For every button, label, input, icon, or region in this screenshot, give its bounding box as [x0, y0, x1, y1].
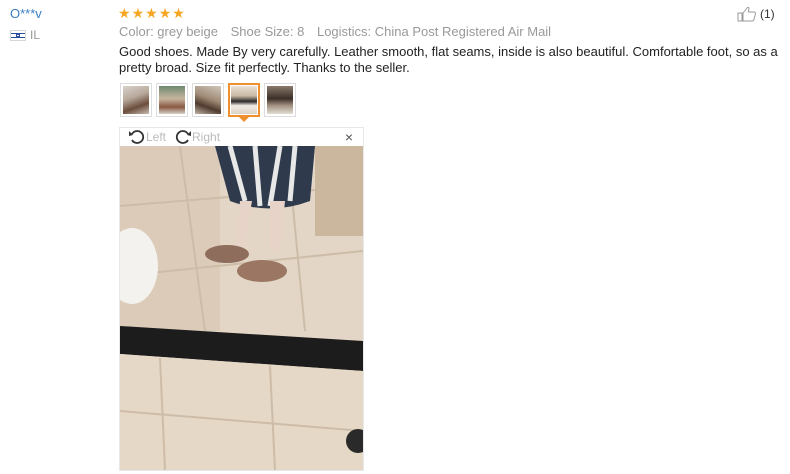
rotate-left-icon [129, 130, 145, 144]
rotate-left-button[interactable]: Left [128, 129, 166, 145]
reviewer-country: IL [10, 28, 40, 42]
photo-thumbnail[interactable] [264, 83, 296, 117]
logistics-attribute: Logistics: China Post Registered Air Mai… [316, 24, 552, 39]
star-icon: ★ [158, 5, 172, 21]
order-attributes: Color: grey beige Shoe Size: 8 Logistics… [119, 24, 560, 39]
photo-thumbnail[interactable] [120, 83, 152, 117]
rotate-right-icon [175, 130, 192, 144]
viewer-toolbar: Left Right × [120, 128, 363, 146]
star-icon: ★ [145, 5, 158, 21]
thumbs-up-icon [737, 6, 756, 22]
photo-thumbnail[interactable] [192, 83, 224, 117]
reviewer-name[interactable]: O***v [10, 6, 42, 21]
review-text: Good shoes. Made By very carefully. Leat… [119, 44, 778, 75]
rotate-right-button[interactable]: Right [174, 129, 220, 145]
review-photo [120, 146, 363, 470]
photo-thumbnail[interactable] [156, 83, 188, 117]
size-attribute: Shoe Size: 8 [230, 24, 305, 39]
color-attribute: Color: grey beige [119, 24, 218, 39]
photo-viewer: Left Right × [119, 127, 364, 471]
rotate-right-label: Right [192, 130, 221, 144]
israel-flag-icon [10, 29, 26, 41]
rotate-left-label: Left [146, 130, 167, 144]
star-icon: ★ [118, 5, 131, 21]
star-icon: ★ [172, 5, 185, 21]
helpful-button[interactable]: (1) [737, 6, 775, 22]
star-rating: ★ ★ ★ ★ ★ [118, 5, 185, 21]
photo-thumbnails [120, 83, 296, 117]
helpful-count: (1) [760, 7, 775, 21]
country-code: IL [30, 28, 41, 42]
photo-thumbnail-active[interactable] [228, 83, 260, 117]
close-icon[interactable]: × [345, 129, 353, 145]
star-icon: ★ [131, 5, 145, 21]
